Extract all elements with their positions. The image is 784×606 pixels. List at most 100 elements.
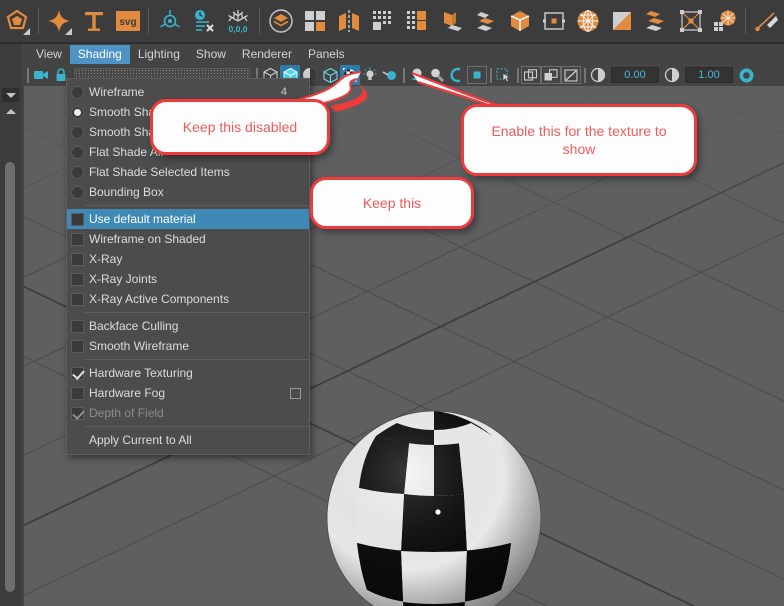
- menuitem-label: Wireframe: [89, 85, 145, 99]
- menuitem-hardware-fog[interactable]: Hardware Fog: [67, 383, 309, 403]
- camera-icon[interactable]: [31, 65, 51, 85]
- menuitem-x-ray[interactable]: X-Ray: [67, 249, 309, 269]
- menu-separator: [85, 312, 309, 313]
- polygon-primitive-icon[interactable]: [0, 2, 34, 40]
- toolbar-grip[interactable]: [24, 66, 31, 84]
- menuitem-flat-shade-selected-items[interactable]: Flat Shade Selected Items: [67, 162, 309, 182]
- combine-layers-icon[interactable]: [263, 2, 297, 40]
- rail-scrollbar[interactable]: [5, 162, 15, 592]
- svg-icon[interactable]: svg: [111, 2, 145, 40]
- color-management-icon[interactable]: [736, 65, 756, 85]
- menuitem-backface-culling[interactable]: Backface Culling: [67, 316, 309, 336]
- toolbar-grip[interactable]: [400, 66, 407, 84]
- screen-space-ao-icon[interactable]: [427, 65, 447, 85]
- menuitem-depth-of-field: Depth of Field: [67, 403, 309, 423]
- menu-renderer[interactable]: Renderer: [234, 45, 300, 64]
- menuitem-apply-current-to-all[interactable]: Apply Current to All: [67, 430, 309, 450]
- transform-cage-icon[interactable]: [674, 2, 708, 40]
- fill-hole-icon[interactable]: [605, 2, 639, 40]
- curve-tool-icon[interactable]: [750, 2, 784, 40]
- menuitem-smooth-wireframe[interactable]: Smooth Wireframe: [67, 336, 309, 356]
- menuitem-x-ray-joints[interactable]: X-Ray Joints: [67, 269, 309, 289]
- menuitem-label: X-Ray: [89, 252, 123, 266]
- motion-blur-icon[interactable]: [447, 65, 467, 85]
- menuitem-label: Flat Shade Selected Items: [89, 165, 230, 179]
- option-box-icon[interactable]: [290, 387, 301, 399]
- checkbox-icon: [71, 292, 84, 306]
- flyout-corner-icon[interactable]: [23, 28, 31, 35]
- delete-history-icon[interactable]: [187, 2, 221, 40]
- toolbar-grip[interactable]: [514, 66, 521, 84]
- menu-separator: [85, 205, 309, 206]
- rail-scroll-up-button[interactable]: [2, 104, 19, 118]
- gamma-icon[interactable]: [662, 65, 682, 85]
- toolbar-grip[interactable]: [487, 66, 494, 84]
- radio-icon: [71, 85, 84, 99]
- reduce-icon[interactable]: [708, 2, 742, 40]
- xray-toggle-icon[interactable]: [521, 66, 541, 84]
- checkbox-icon: [71, 252, 84, 266]
- menuitem-use-default-material[interactable]: Use default material: [67, 209, 309, 229]
- texture-toggle-icon[interactable]: [340, 65, 360, 85]
- use-default-lighting-icon[interactable]: [360, 65, 380, 85]
- extrude-icon[interactable]: [434, 2, 468, 40]
- freeze-transformations-icon[interactable]: 0,0,0: [221, 2, 255, 40]
- quad-draw-icon[interactable]: [298, 2, 332, 40]
- maya-window: svg 0,0,0 View Shading Lighting Show Ren…: [0, 0, 784, 606]
- menuitem-bounding-box[interactable]: Bounding Box: [67, 182, 309, 202]
- menuitem-label: Smooth Wireframe: [89, 339, 190, 353]
- menuitem-hardware-texturing[interactable]: Hardware Texturing: [67, 363, 309, 383]
- menu-view[interactable]: View: [28, 45, 70, 64]
- rail-scroll-down-button[interactable]: [2, 88, 19, 102]
- gamma-value-field[interactable]: 1.00: [685, 67, 733, 83]
- radio-icon: [71, 185, 84, 199]
- menuitem-label: Depth of Field: [89, 406, 164, 420]
- menu-separator: [85, 359, 309, 360]
- text-tool-icon[interactable]: [76, 2, 110, 40]
- isolate-select-icon[interactable]: [494, 65, 514, 85]
- sphere-wire-icon[interactable]: [571, 2, 605, 40]
- shelf-divider: [255, 6, 263, 36]
- chevron-down-icon: [5, 92, 16, 98]
- bevel-icon[interactable]: [503, 2, 537, 40]
- shelf-divider: [742, 6, 750, 36]
- radio-icon: [71, 165, 84, 179]
- checkbox-icon: [71, 232, 84, 246]
- grid-dense-icon[interactable]: [366, 2, 400, 40]
- mirror-geometry-icon[interactable]: [332, 2, 366, 40]
- multi-cut-icon[interactable]: [469, 2, 503, 40]
- shadows-icon[interactable]: [407, 65, 427, 85]
- target-weld-icon[interactable]: [537, 2, 571, 40]
- menuitem-label: Hardware Fog: [89, 386, 166, 400]
- multisample-aa-icon[interactable]: [467, 66, 487, 84]
- annotation-keep-this: Keep this: [310, 177, 474, 229]
- menu-shading[interactable]: Shading: [69, 44, 130, 64]
- menu-lighting[interactable]: Lighting: [130, 45, 188, 64]
- checker-sphere[interactable]: [320, 404, 548, 606]
- chevron-up-icon: [5, 108, 16, 114]
- xray-components-icon[interactable]: [561, 66, 581, 84]
- object-pivot-dot: [435, 509, 441, 515]
- annotation-text: Enable this for the texture to show: [491, 123, 667, 157]
- merge-icon[interactable]: [639, 2, 673, 40]
- toolbar-grip[interactable]: [581, 66, 588, 84]
- menuitem-label: Wireframe on Shaded: [89, 232, 206, 246]
- menu-panels[interactable]: Panels: [300, 45, 353, 64]
- wireframe-on-shaded-icon[interactable]: [320, 65, 340, 85]
- menu-show[interactable]: Show: [188, 45, 234, 64]
- flyout-corner-icon[interactable]: [65, 28, 73, 35]
- pivot-tool-icon[interactable]: [153, 2, 187, 40]
- menuitem-x-ray-active-components[interactable]: X-Ray Active Components: [67, 289, 309, 309]
- grid-orange-icon[interactable]: [400, 2, 434, 40]
- exposure-value-field[interactable]: 0.00: [611, 67, 659, 83]
- menuitem-wireframe-on-shaded[interactable]: Wireframe on Shaded: [67, 229, 309, 249]
- menuitem-label: X-Ray Joints: [89, 272, 158, 286]
- shelf-toolbar: svg 0,0,0: [0, 0, 784, 42]
- nurbs-star-icon[interactable]: [42, 2, 76, 40]
- menuitem-label: X-Ray Active Components: [89, 292, 230, 306]
- exposure-icon[interactable]: [588, 65, 608, 85]
- left-tool-rail: [0, 44, 22, 606]
- xray-joints-icon[interactable]: [541, 66, 561, 84]
- use-all-lights-icon[interactable]: [380, 65, 400, 85]
- checkbox-icon: [71, 339, 84, 353]
